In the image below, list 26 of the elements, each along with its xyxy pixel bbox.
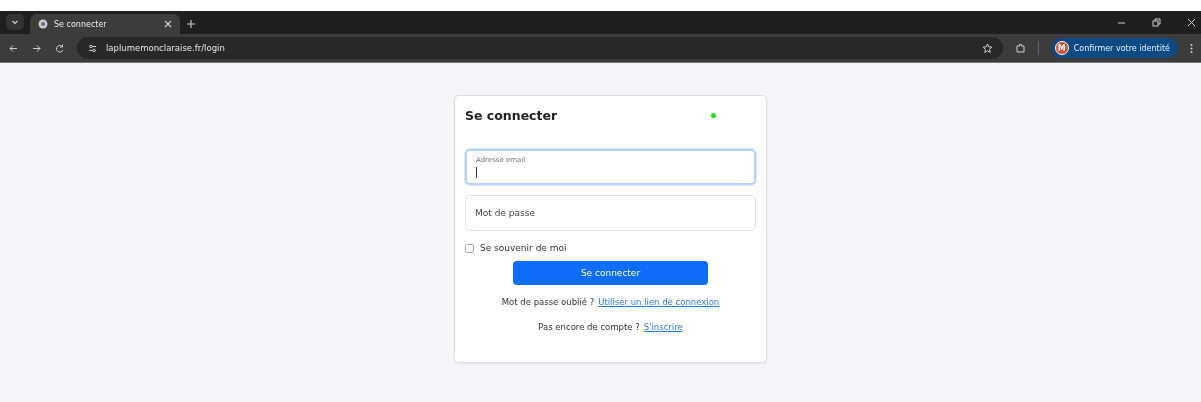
- close-icon[interactable]: [164, 20, 172, 28]
- remember-label[interactable]: Se souvenir de moi: [480, 243, 567, 253]
- site-settings-icon[interactable]: [87, 42, 98, 54]
- back-icon[interactable]: [8, 42, 19, 54]
- bookmark-star-icon[interactable]: [981, 42, 993, 54]
- extensions-icon[interactable]: [1014, 42, 1026, 54]
- avatar-icon: M: [1054, 41, 1069, 55]
- login-button[interactable]: Se connecter: [513, 261, 708, 285]
- browser-tab[interactable]: Se connecter: [30, 14, 180, 34]
- prompt-text: Pas encore de compte ?: [538, 322, 640, 332]
- menu-icon[interactable]: [1190, 42, 1193, 54]
- password-field[interactable]: Mot de passe: [465, 195, 756, 231]
- card-title: Se connecter: [465, 108, 558, 123]
- prompt-text: Mot de passe oublié ?: [501, 297, 595, 307]
- close-icon[interactable]: [1186, 17, 1197, 28]
- forward-icon[interactable]: [31, 42, 42, 54]
- new-tab-icon[interactable]: [186, 19, 196, 29]
- tab-search-button[interactable]: [6, 14, 24, 30]
- address-bar-url[interactable]: laplumemonclaraise.fr/login: [106, 43, 225, 53]
- reload-icon[interactable]: [54, 42, 65, 54]
- remember-checkbox[interactable]: [465, 243, 474, 253]
- caret-icon: [11, 18, 19, 26]
- restore-icon[interactable]: [1151, 17, 1162, 28]
- profile-button[interactable]: M Confirmer votre identité: [1050, 38, 1178, 58]
- link[interactable]: Utiliser un lien de connexion: [598, 297, 720, 307]
- link[interactable]: S'inscrire: [643, 322, 683, 332]
